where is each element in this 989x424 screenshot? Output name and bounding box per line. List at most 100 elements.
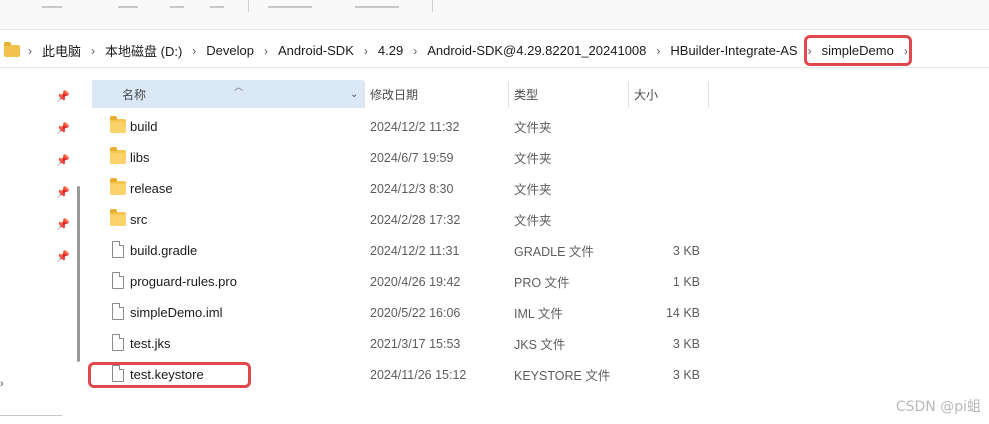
file-type: 文件夹 <box>514 183 552 197</box>
file-name[interactable]: build <box>130 111 157 142</box>
file-row[interactable]: proguard-rules.pro 2020/4/26 19:42 PRO 文… <box>92 266 989 297</box>
file-name[interactable]: simpleDemo.iml <box>130 297 222 328</box>
file-size: 3 KB <box>672 243 700 258</box>
file-date: 2024/12/2 11:31 <box>370 243 460 258</box>
file-date: 2020/5/22 16:06 <box>370 305 461 320</box>
file-row[interactable]: test.jks 2021/3/17 15:53 JKS 文件 3 KB <box>92 328 989 359</box>
column-header-date-label: 修改日期 <box>370 87 419 102</box>
column-header-name[interactable]: 名称 <box>92 80 364 108</box>
column-header-row: 名称 ︿ ⌄ 修改日期 类型 大小 <box>92 80 712 108</box>
toolbar-fragment-4[interactable] <box>210 0 224 8</box>
pin-icon[interactable]: 📌 <box>56 218 70 231</box>
breadcrumb-item[interactable]: HBuilder-Integrate-AS <box>666 38 801 64</box>
column-header-name-label: 名称 <box>122 87 147 102</box>
file-date: 2020/4/26 19:42 <box>370 274 461 289</box>
column-divider[interactable] <box>364 82 365 108</box>
file-type: JKS 文件 <box>514 338 566 352</box>
file-size <box>632 204 700 235</box>
chevron-right-icon[interactable]: › <box>22 44 38 58</box>
chevron-right-icon[interactable]: › <box>85 44 101 58</box>
file-date: 2024/12/2 11:32 <box>370 119 460 134</box>
file-row[interactable]: src 2024/2/28 17:32 文件夹 <box>92 204 989 235</box>
toolbar-sort-button[interactable] <box>268 0 312 8</box>
toolbar-fragment-1[interactable] <box>42 0 62 8</box>
file-date: 2024/12/3 8:30 <box>370 181 454 196</box>
file-size: 3 KB <box>672 367 700 382</box>
file-icon <box>112 334 124 351</box>
breadcrumb-item[interactable]: 此电脑 <box>38 38 85 64</box>
file-size <box>632 142 700 173</box>
file-type: GRADLE 文件 <box>514 245 594 259</box>
folder-icon <box>4 41 20 57</box>
pin-icon[interactable]: 📌 <box>56 186 70 199</box>
file-type: PRO 文件 <box>514 276 570 290</box>
toolbar-separator <box>432 0 433 12</box>
file-size: 1 KB <box>672 274 700 289</box>
chevron-right-icon[interactable]: › <box>650 44 666 58</box>
chevron-right-icon[interactable]: › <box>258 44 274 58</box>
nav-divider <box>0 415 62 416</box>
chevron-right-icon[interactable]: › <box>407 44 423 58</box>
file-row[interactable]: simpleDemo.iml 2020/5/22 16:06 IML 文件 14… <box>92 297 989 328</box>
file-type: IML 文件 <box>514 307 563 321</box>
pin-icon[interactable]: 📌 <box>56 90 70 103</box>
file-icon <box>112 272 124 289</box>
toolbar-view-button[interactable] <box>355 0 399 8</box>
breadcrumb-item[interactable]: 4.29 <box>374 38 407 64</box>
file-name[interactable]: build.gradle <box>130 235 197 266</box>
nav-scrollbar[interactable] <box>77 186 80 362</box>
toolbar-fragment-3[interactable] <box>170 0 184 8</box>
file-type: 文件夹 <box>514 214 552 228</box>
highlight-box-file <box>88 362 251 388</box>
file-type: 文件夹 <box>514 152 552 166</box>
chevron-down-icon[interactable]: ⌄ <box>350 89 358 100</box>
folder-icon <box>110 147 126 164</box>
folder-icon <box>110 178 126 195</box>
column-header-size-label: 大小 <box>634 87 659 102</box>
chevron-right-icon[interactable]: › <box>186 44 202 58</box>
file-date: 2024/11/26 15:12 <box>370 367 467 382</box>
file-name[interactable]: src <box>130 204 147 235</box>
file-icon <box>112 241 124 258</box>
breadcrumb-item[interactable]: Android-SDK <box>274 38 358 64</box>
navigation-pane: 📌 📌 📌 📌 📌 📌 <box>0 76 84 424</box>
file-row[interactable]: libs 2024/6/7 19:59 文件夹 <box>92 142 989 173</box>
breadcrumb-item[interactable]: Android-SDK@4.29.82201_20241008 <box>423 38 650 64</box>
file-date: 2021/3/17 15:53 <box>370 336 461 351</box>
file-row[interactable]: build 2024/12/2 11:32 文件夹 <box>92 111 989 142</box>
column-header-size[interactable]: 大小 <box>634 80 706 108</box>
file-name[interactable]: release <box>130 173 173 204</box>
file-size <box>632 173 700 204</box>
column-header-type-label: 类型 <box>514 87 539 102</box>
file-size <box>632 111 700 142</box>
file-icon <box>112 303 124 320</box>
file-size: 14 KB <box>665 305 700 320</box>
file-name[interactable]: libs <box>130 142 150 173</box>
file-date: 2024/6/7 19:59 <box>370 150 454 165</box>
file-date: 2024/2/28 17:32 <box>370 212 461 227</box>
file-row[interactable]: release 2024/12/3 8:30 文件夹 <box>92 173 989 204</box>
file-size: 3 KB <box>672 336 700 351</box>
breadcrumb-item[interactable]: 本地磁盘 (D:) <box>101 38 186 64</box>
file-name[interactable]: test.jks <box>130 328 170 359</box>
file-name[interactable]: proguard-rules.pro <box>130 266 237 297</box>
column-divider[interactable] <box>628 82 629 108</box>
column-divider[interactable] <box>708 82 709 108</box>
column-header-date[interactable]: 修改日期 <box>370 80 506 108</box>
chevron-right-icon[interactable]: › <box>358 44 374 58</box>
folder-icon <box>110 209 126 226</box>
nav-item-fragment[interactable]: › <box>0 378 4 390</box>
sort-ascending-icon: ︿ <box>234 82 244 92</box>
file-type: KEYSTORE 文件 <box>514 369 611 383</box>
breadcrumb-item[interactable]: Develop <box>202 38 258 64</box>
file-type: 文件夹 <box>514 121 552 135</box>
pin-icon[interactable]: 📌 <box>56 154 70 167</box>
file-row[interactable]: build.gradle 2024/12/2 11:31 GRADLE 文件 3… <box>92 235 989 266</box>
toolbar-fragment-2[interactable] <box>118 0 138 8</box>
toolbar <box>0 0 989 30</box>
column-header-type[interactable]: 类型 <box>514 80 626 108</box>
pin-icon[interactable]: 📌 <box>56 122 70 135</box>
watermark: CSDN @pi蛆 <box>895 399 981 415</box>
pin-icon[interactable]: 📌 <box>56 250 70 263</box>
column-divider[interactable] <box>508 82 509 108</box>
